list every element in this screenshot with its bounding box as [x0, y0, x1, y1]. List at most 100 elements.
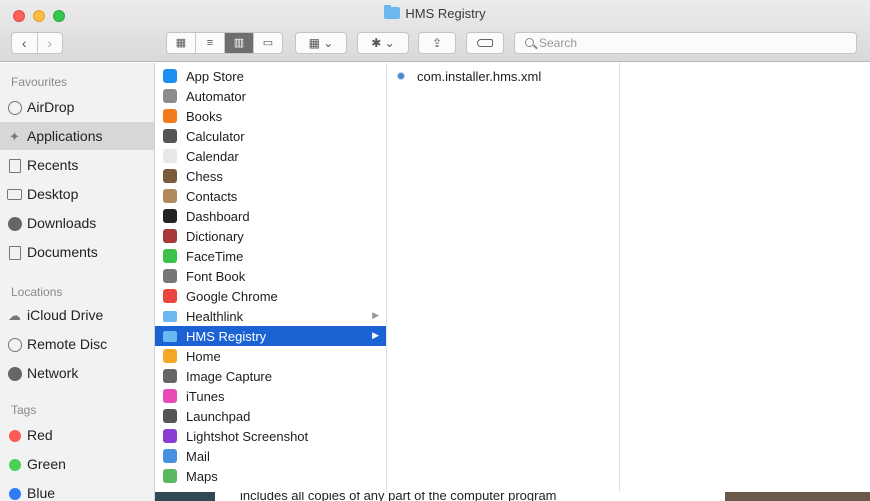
background-window: includes all copies of any part of the c…: [155, 492, 870, 501]
applications-icon: ✦: [9, 128, 20, 144]
navigation-buttons: ‹ ›: [11, 32, 63, 54]
sidebar-item-airdrop[interactable]: AirDrop: [0, 93, 154, 121]
sidebar-item-tag-red[interactable]: Red: [0, 421, 154, 449]
list-item-label: Automator: [186, 88, 246, 104]
sidebar: Favourites AirDrop ✦ Applications Recent…: [0, 63, 155, 501]
list-item-label: iTunes: [186, 388, 225, 404]
list-item-label: Healthlink: [186, 308, 244, 324]
list-view-button[interactable]: ≡: [195, 33, 224, 53]
tags-heading: Tags: [11, 403, 37, 417]
maps-icon: [163, 469, 177, 483]
recents-icon: [7, 158, 22, 173]
sidebar-item-documents[interactable]: Documents: [0, 238, 154, 266]
list-item-label: Calendar: [186, 148, 239, 164]
list-item-home[interactable]: Home: [155, 346, 386, 366]
column-view-button[interactable]: ▥: [224, 33, 253, 53]
facetime-icon: [163, 249, 177, 263]
list-item-itunes[interactable]: iTunes: [155, 386, 386, 406]
list-item-healthlink[interactable]: Healthlink ▶: [155, 306, 386, 326]
window-title: HMS Registry: [0, 5, 870, 21]
lightshot-screenshot-icon: [163, 429, 177, 443]
list-item-label: Dashboard: [186, 208, 250, 224]
disc-icon: [7, 337, 22, 352]
books-icon: [163, 109, 177, 123]
list-item-hms-registry[interactable]: HMS Registry ▶: [155, 326, 386, 346]
list-item-lightshot-screenshot[interactable]: Lightshot Screenshot: [155, 426, 386, 446]
launchpad-icon: [163, 409, 177, 423]
home-icon: [163, 349, 177, 363]
sidebar-item-network[interactable]: Network: [0, 359, 154, 387]
forward-button[interactable]: ›: [36, 33, 63, 53]
list-item-dictionary[interactable]: Dictionary: [155, 226, 386, 246]
list-item-dashboard[interactable]: Dashboard: [155, 206, 386, 226]
background-panel-left: [155, 492, 215, 501]
itunes-icon: [163, 389, 177, 403]
list-item-maps[interactable]: Maps: [155, 466, 386, 486]
search-icon: [525, 38, 534, 47]
list-item-launchpad[interactable]: Launchpad: [155, 406, 386, 426]
window-toolbar: HMS Registry ‹ › ▦ ≡ ▥ ▭ ▦ ⌄ ✱ ⌄ ⇪ Searc…: [0, 0, 870, 62]
healthlink-icon: [163, 311, 177, 322]
blue-tag-icon: [7, 486, 22, 501]
list-item-calculator[interactable]: Calculator: [155, 126, 386, 146]
list-item-label: Contacts: [186, 188, 238, 204]
downloads-icon: [7, 216, 22, 231]
documents-icon: [7, 245, 22, 260]
list-item-mail[interactable]: Mail: [155, 446, 386, 466]
calculator-icon: [163, 129, 177, 143]
sidebar-item-tag-blue[interactable]: Blue: [0, 479, 154, 501]
list-item-label: Home: [186, 348, 221, 364]
list-item-calendar[interactable]: Calendar: [155, 146, 386, 166]
action-gear-button[interactable]: ✱ ⌄: [357, 32, 409, 54]
contacts-icon: [163, 189, 177, 203]
app-store-icon: [163, 69, 177, 83]
gallery-view-button[interactable]: ▭: [253, 33, 282, 53]
dictionary-icon: [163, 229, 177, 243]
sidebar-item-desktop[interactable]: Desktop: [0, 180, 154, 208]
list-item-google-chrome[interactable]: Google Chrome: [155, 286, 386, 306]
sidebar-item-recents[interactable]: Recents: [0, 151, 154, 179]
chess-icon: [163, 169, 177, 183]
search-field[interactable]: Search: [514, 32, 857, 54]
sidebar-item-remote-disc[interactable]: Remote Disc: [0, 330, 154, 358]
red-tag-icon: [7, 428, 22, 443]
list-item-label: Launchpad: [186, 408, 251, 424]
sidebar-item-applications[interactable]: ✦ Applications: [0, 122, 154, 150]
sidebar-item-tag-green[interactable]: Green: [0, 450, 154, 478]
list-item-books[interactable]: Books: [155, 106, 386, 126]
list-item-label: Mail: [186, 448, 210, 464]
desktop-icon: [7, 187, 22, 202]
favourites-heading: Favourites: [11, 75, 68, 89]
sidebar-item-downloads[interactable]: Downloads: [0, 209, 154, 237]
share-button[interactable]: ⇪: [418, 32, 456, 54]
tag-button[interactable]: [466, 32, 504, 54]
automator-icon: [163, 89, 177, 103]
list-item-image-capture[interactable]: Image Capture: [155, 366, 386, 386]
airdrop-icon: [7, 100, 22, 115]
mail-icon: [163, 449, 177, 463]
calendar-icon: [163, 149, 177, 163]
list-item-app-store[interactable]: App Store: [155, 66, 386, 86]
font-book-icon: [163, 269, 177, 283]
list-item-automator[interactable]: Automator: [155, 86, 386, 106]
list-item-chess[interactable]: Chess: [155, 166, 386, 186]
google-chrome-icon: [163, 289, 177, 303]
view-mode-control: ▦ ≡ ▥ ▭: [166, 32, 283, 54]
icon-view-button[interactable]: ▦: [167, 33, 195, 53]
back-button[interactable]: ‹: [12, 33, 37, 53]
list-item-file[interactable]: com.installer.hms.xml: [387, 66, 619, 86]
list-item-facetime[interactable]: FaceTime: [155, 246, 386, 266]
list-item-label: Books: [186, 108, 223, 124]
list-item-label: Lightshot Screenshot: [186, 428, 309, 444]
network-icon: [7, 366, 22, 381]
list-item-font-book[interactable]: Font Book: [155, 266, 386, 286]
applications-column: App Store Automator Books Calculator Calenda…: [155, 63, 387, 501]
list-item-label: Image Capture: [186, 368, 272, 384]
locations-heading: Locations: [11, 285, 63, 299]
list-item-contacts[interactable]: Contacts: [155, 186, 386, 206]
arrange-button[interactable]: ▦ ⌄: [295, 32, 347, 54]
list-item-label: Chess: [186, 168, 223, 184]
sidebar-item-icloud-drive[interactable]: ☁ iCloud Drive: [0, 301, 154, 329]
xml-file-icon: [397, 72, 405, 80]
cloud-icon: ☁: [8, 307, 21, 323]
